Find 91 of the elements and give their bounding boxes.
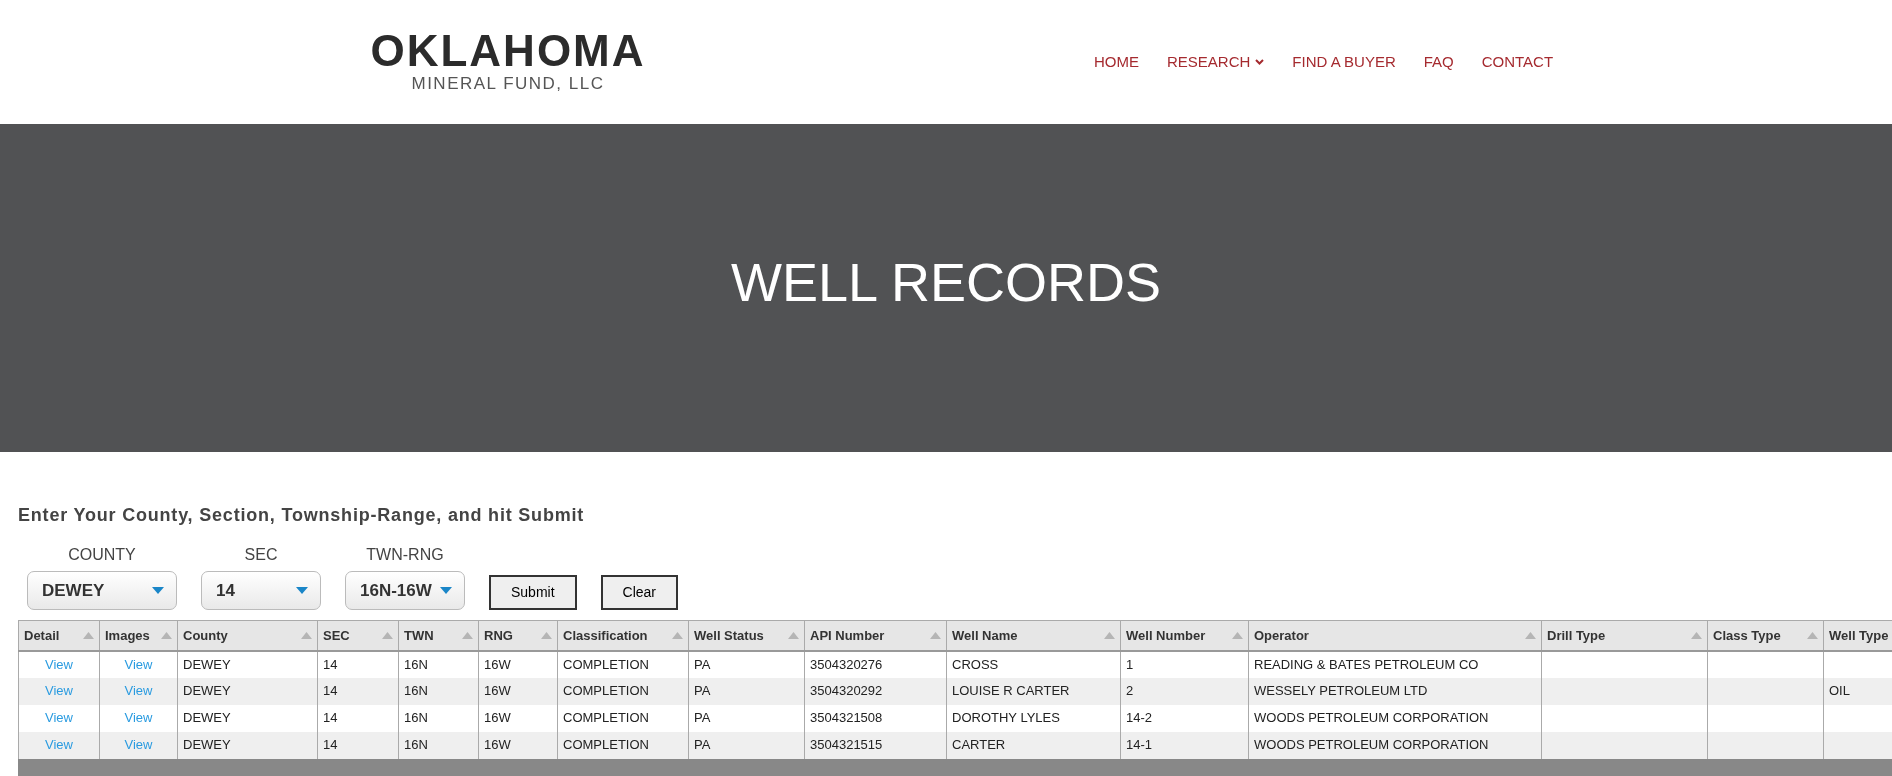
table-cell: 16N	[398, 704, 479, 732]
column-header[interactable]: TWN	[398, 620, 479, 651]
form-button[interactable]: Clear	[600, 575, 679, 610]
table-cell: 3504321515	[804, 731, 947, 759]
table-cell: READING & BATES PETROLEUM CO	[1248, 650, 1542, 678]
nav-link[interactable]: FAQ	[1409, 50, 1468, 74]
column-header[interactable]: County	[177, 620, 318, 651]
sort-arrow-icon	[1691, 631, 1702, 639]
sort-arrow-icon	[541, 631, 552, 639]
sort-arrow-icon	[83, 631, 94, 639]
select-dropdown[interactable]: DEWEY	[27, 571, 177, 610]
select-dropdown[interactable]: 14	[201, 571, 321, 610]
column-header[interactable]: Well Name	[946, 620, 1121, 651]
sort-arrow-icon	[930, 631, 941, 639]
table-cell: 3504320292	[804, 677, 947, 705]
table-cell: WESSELY PETROLEUM LTD	[1248, 677, 1542, 705]
field-label: SEC	[244, 545, 278, 565]
table-cell: DOROTHY LYLES	[946, 704, 1121, 732]
table-cell: CROSS	[946, 650, 1121, 678]
table-cell: PA	[688, 704, 805, 732]
table-cell: COMPLETION	[557, 731, 689, 759]
table-cell: 16W	[478, 704, 558, 732]
dropdown-triangle-icon	[152, 587, 164, 594]
table-cell: OIL	[1823, 677, 1892, 705]
page-title: WELL RECORDS	[730, 250, 1162, 314]
table-cell: 16N	[398, 731, 479, 759]
sort-arrow-icon	[1807, 631, 1818, 639]
column-header[interactable]: Well Type	[1823, 620, 1892, 651]
table-cell: 3504321508	[804, 704, 947, 732]
nav-link[interactable]: CONTACT	[1467, 50, 1568, 74]
instructions-text: Enter Your County, Section, Township-Range, and hit Submit	[18, 504, 586, 527]
table-cell: 16N	[398, 677, 479, 705]
table-cell: DEWEY	[177, 650, 318, 678]
table-cell: 3504320276	[804, 650, 947, 678]
column-header[interactable]: Class Type	[1707, 620, 1824, 651]
table-cell: COMPLETION	[557, 704, 689, 732]
table-cell: WOODS PETROLEUM CORPORATION	[1248, 731, 1542, 759]
form-button[interactable]: Submit	[489, 575, 577, 610]
table-cell: PA	[688, 677, 805, 705]
table-cell: DEWEY	[177, 677, 318, 705]
sort-arrow-icon	[672, 631, 683, 639]
chevron-down-icon	[1255, 59, 1265, 65]
table-cell: COMPLETION	[557, 650, 689, 678]
table-cell: 14-2	[1120, 704, 1249, 732]
sort-arrow-icon	[301, 631, 312, 639]
table-cell: 14	[317, 650, 399, 678]
column-header[interactable]: Classification	[557, 620, 689, 651]
sort-arrow-icon	[382, 631, 393, 639]
table-cell: PA	[688, 650, 805, 678]
column-header[interactable]: Well Status	[688, 620, 805, 651]
table-cell: DEWEY	[177, 704, 318, 732]
column-header[interactable]: RNG	[478, 620, 558, 651]
column-header[interactable]: API Number	[804, 620, 947, 651]
column-header[interactable]: Images	[99, 620, 178, 651]
logo-subtitle: MINERAL FUND, LLC	[411, 72, 605, 95]
table-cell: 14	[317, 731, 399, 759]
nav-link[interactable]: FIND A BUYER	[1278, 50, 1410, 74]
dropdown-triangle-icon	[440, 587, 452, 594]
table-cell: 2	[1120, 677, 1249, 705]
table-cell: 16W	[478, 650, 558, 678]
table-cell: 16N	[398, 650, 479, 678]
table-cell: 14	[317, 704, 399, 732]
sort-arrow-icon	[161, 631, 172, 639]
logo-title: OKLAHOMA	[370, 28, 646, 73]
sort-arrow-icon	[1104, 631, 1115, 639]
field-label: COUNTY	[68, 545, 136, 565]
column-header[interactable]: Detail	[18, 620, 100, 651]
column-header[interactable]: Operator	[1248, 620, 1542, 651]
table-cell: LOUISE R CARTER	[946, 677, 1121, 705]
table-cell: COMPLETION	[557, 677, 689, 705]
sort-arrow-icon	[1232, 631, 1243, 639]
table-cell: WOODS PETROLEUM CORPORATION	[1248, 704, 1542, 732]
nav-link[interactable]: RESEARCH	[1153, 50, 1279, 74]
sort-arrow-icon	[462, 631, 473, 639]
select-dropdown[interactable]: 16N-16W	[345, 571, 465, 610]
column-header[interactable]: SEC	[317, 620, 399, 651]
table-cell: 16W	[478, 731, 558, 759]
table-cell: PA	[688, 731, 805, 759]
table-cell: 1	[1120, 650, 1249, 678]
nav-link[interactable]: HOME	[1080, 50, 1153, 74]
column-header[interactable]: Drill Type	[1541, 620, 1708, 651]
table-cell: DEWEY	[177, 731, 318, 759]
table-cell: 14-1	[1120, 731, 1249, 759]
table-cell: 16W	[478, 677, 558, 705]
table-cell: 14	[317, 677, 399, 705]
table-cell: CARTER	[946, 731, 1121, 759]
field-label: TWN-RNG	[366, 545, 444, 565]
dropdown-triangle-icon	[296, 587, 308, 594]
column-header[interactable]: Well Number	[1120, 620, 1249, 651]
sort-arrow-icon	[1525, 631, 1536, 639]
sort-arrow-icon	[788, 631, 799, 639]
